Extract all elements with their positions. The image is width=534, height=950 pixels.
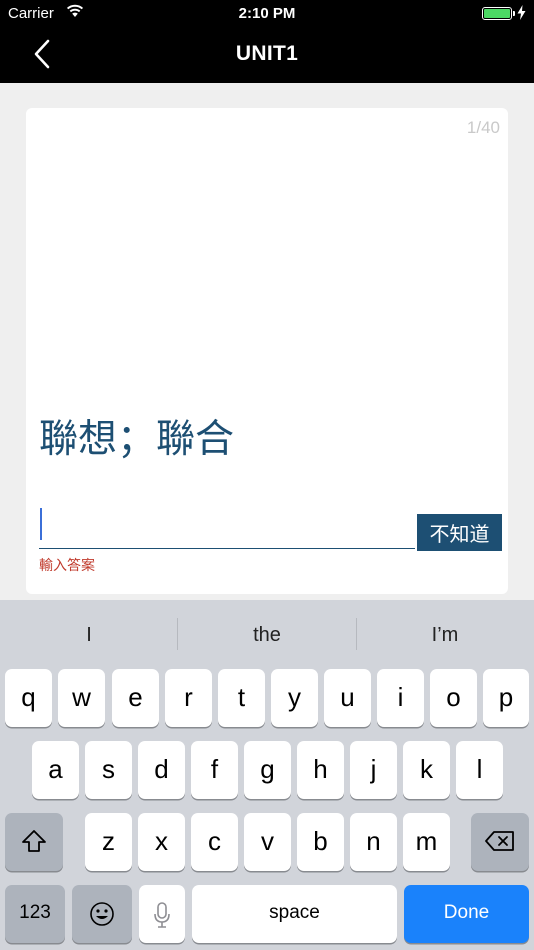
key-v[interactable]: v <box>244 813 291 871</box>
battery-icon <box>482 7 515 20</box>
key-y[interactable]: y <box>271 669 318 727</box>
delete-key[interactable] <box>471 813 529 871</box>
key-s[interactable]: s <box>85 741 132 799</box>
suggestion-1[interactable]: I <box>0 600 178 668</box>
bolt-icon <box>517 5 526 20</box>
shift-icon <box>22 830 46 852</box>
key-g[interactable]: g <box>244 741 291 799</box>
key-n[interactable]: n <box>350 813 397 871</box>
microphone-icon <box>154 902 170 928</box>
emoji-key[interactable] <box>72 885 132 943</box>
key-f[interactable]: f <box>191 741 238 799</box>
microphone-key[interactable] <box>139 885 185 943</box>
page-title: UNIT1 <box>235 42 299 65</box>
key-r[interactable]: r <box>165 669 212 727</box>
key-j[interactable]: j <box>350 741 397 799</box>
key-c[interactable]: c <box>191 813 238 871</box>
backspace-icon <box>485 831 514 851</box>
key-e[interactable]: e <box>112 669 159 727</box>
key-z[interactable]: z <box>85 813 132 871</box>
answer-hint: 輸入答案 <box>39 558 95 574</box>
key-p[interactable]: p <box>483 669 529 727</box>
clock: 2:10 PM <box>238 5 296 22</box>
key-h[interactable]: h <box>297 741 344 799</box>
card-counter: 1/40 <box>466 118 500 137</box>
space-key[interactable]: space <box>192 885 397 943</box>
card-prompt: 聯想；聯合 <box>39 417 235 462</box>
key-d[interactable]: d <box>138 741 185 799</box>
shift-key[interactable] <box>5 813 63 871</box>
key-u[interactable]: u <box>324 669 371 727</box>
status-bar: Carrier 2:10 PM <box>0 0 534 28</box>
keyboard: I the I’m q w e r t y u i o p a s d f g … <box>0 600 534 950</box>
top-bar: Carrier 2:10 PM UNIT1 <box>0 0 534 83</box>
key-a[interactable]: a <box>32 741 79 799</box>
done-key[interactable]: Done <box>404 885 529 943</box>
dont-know-button[interactable]: 不知道 <box>417 514 502 551</box>
key-k[interactable]: k <box>403 741 450 799</box>
suggestion-2[interactable]: the <box>178 600 356 668</box>
key-l[interactable]: l <box>456 741 503 799</box>
key-x[interactable]: x <box>138 813 185 871</box>
numbers-key[interactable]: 123 <box>5 885 65 943</box>
key-t[interactable]: t <box>218 669 265 727</box>
key-i[interactable]: i <box>377 669 424 727</box>
suggestion-bar: I the I’m <box>0 600 534 668</box>
key-q[interactable]: q <box>5 669 52 727</box>
key-w[interactable]: w <box>58 669 105 727</box>
answer-input[interactable] <box>39 509 415 549</box>
flashcard: 1/40 聯想；聯合 不知道 輸入答案 <box>26 108 508 594</box>
key-o[interactable]: o <box>430 669 477 727</box>
emoji-icon <box>90 902 114 926</box>
key-b[interactable]: b <box>297 813 344 871</box>
key-m[interactable]: m <box>403 813 450 871</box>
suggestion-3[interactable]: I’m <box>356 600 534 668</box>
text-caret <box>40 508 42 540</box>
